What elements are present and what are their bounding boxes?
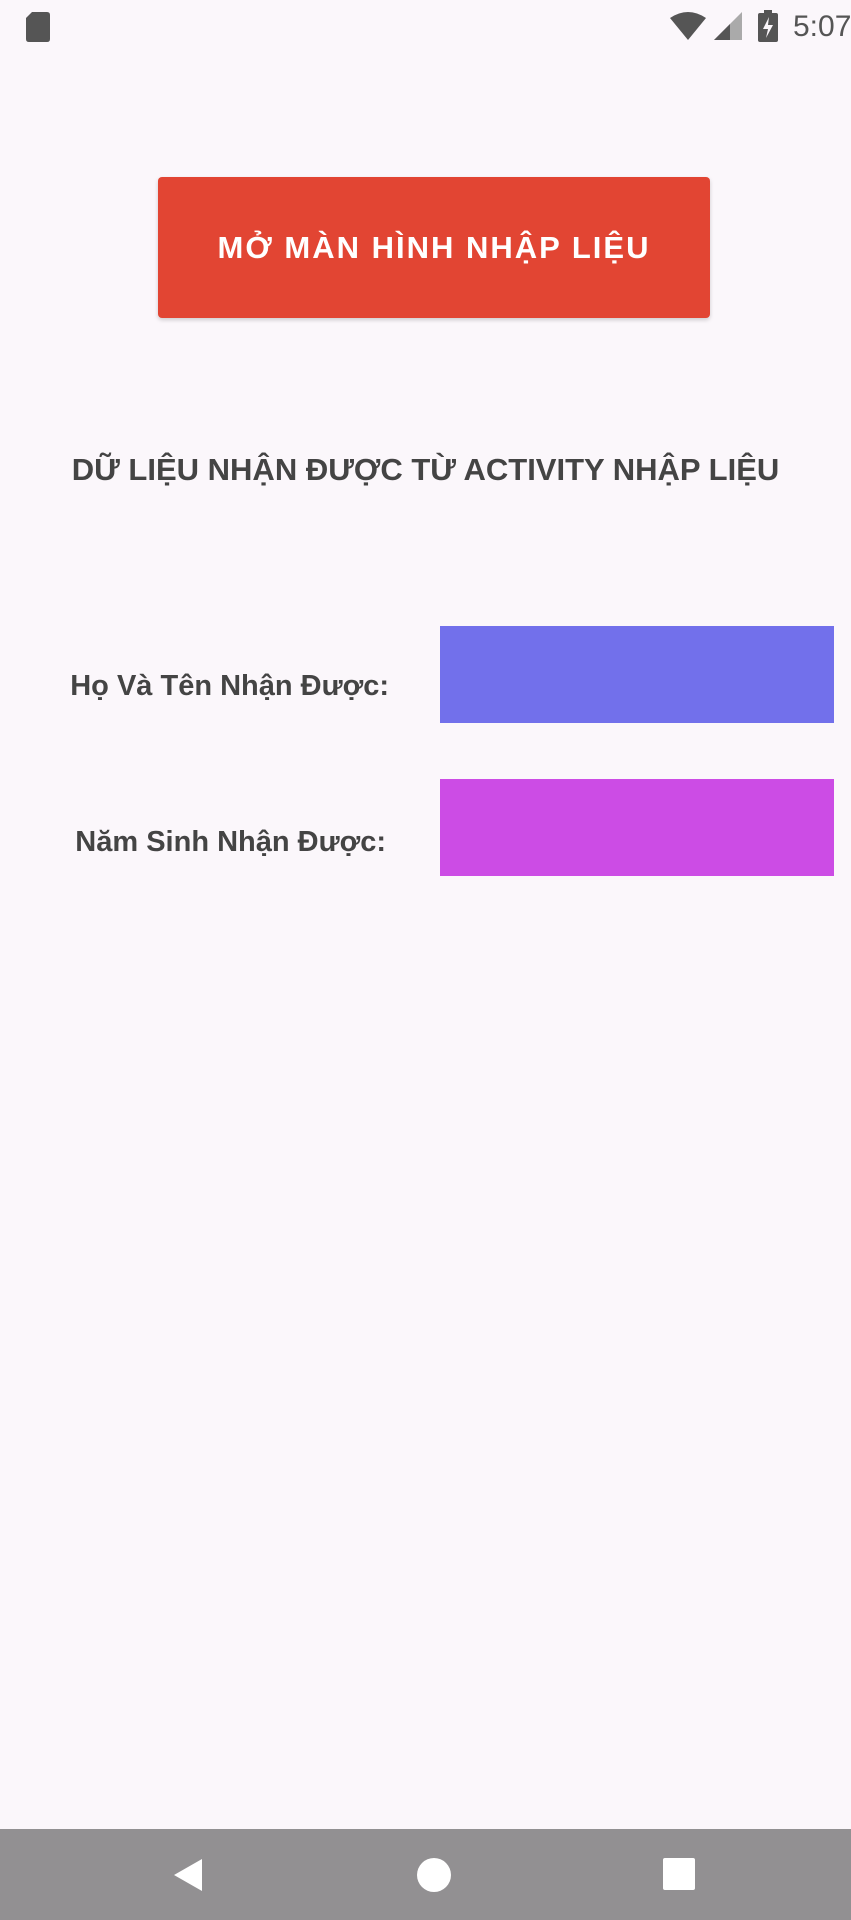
- status-bar: 5:07: [0, 0, 851, 54]
- home-icon[interactable]: [415, 1856, 453, 1894]
- status-time: 5:07: [793, 10, 851, 43]
- section-title: DỮ LIỆU NHẬN ĐƯỢC TỪ ACTIVITY NHẬP LIỆU: [71, 452, 780, 487]
- battery-icon: [758, 10, 778, 42]
- sd-card-icon: [26, 12, 50, 42]
- full-name-label: Họ Và Tên Nhận Được:: [70, 670, 389, 702]
- birth-year-label: Năm Sinh Nhận Được:: [75, 826, 386, 858]
- navigation-bar: [0, 1829, 851, 1920]
- open-input-screen-button[interactable]: MỞ MÀN HÌNH NHẬP LIỆU: [158, 177, 710, 318]
- back-icon[interactable]: [172, 1857, 208, 1893]
- full-name-value: [440, 626, 834, 723]
- birth-year-value: [440, 779, 834, 876]
- signal-icon: [714, 12, 742, 40]
- recent-apps-icon[interactable]: [663, 1858, 695, 1890]
- wifi-icon: [670, 12, 706, 40]
